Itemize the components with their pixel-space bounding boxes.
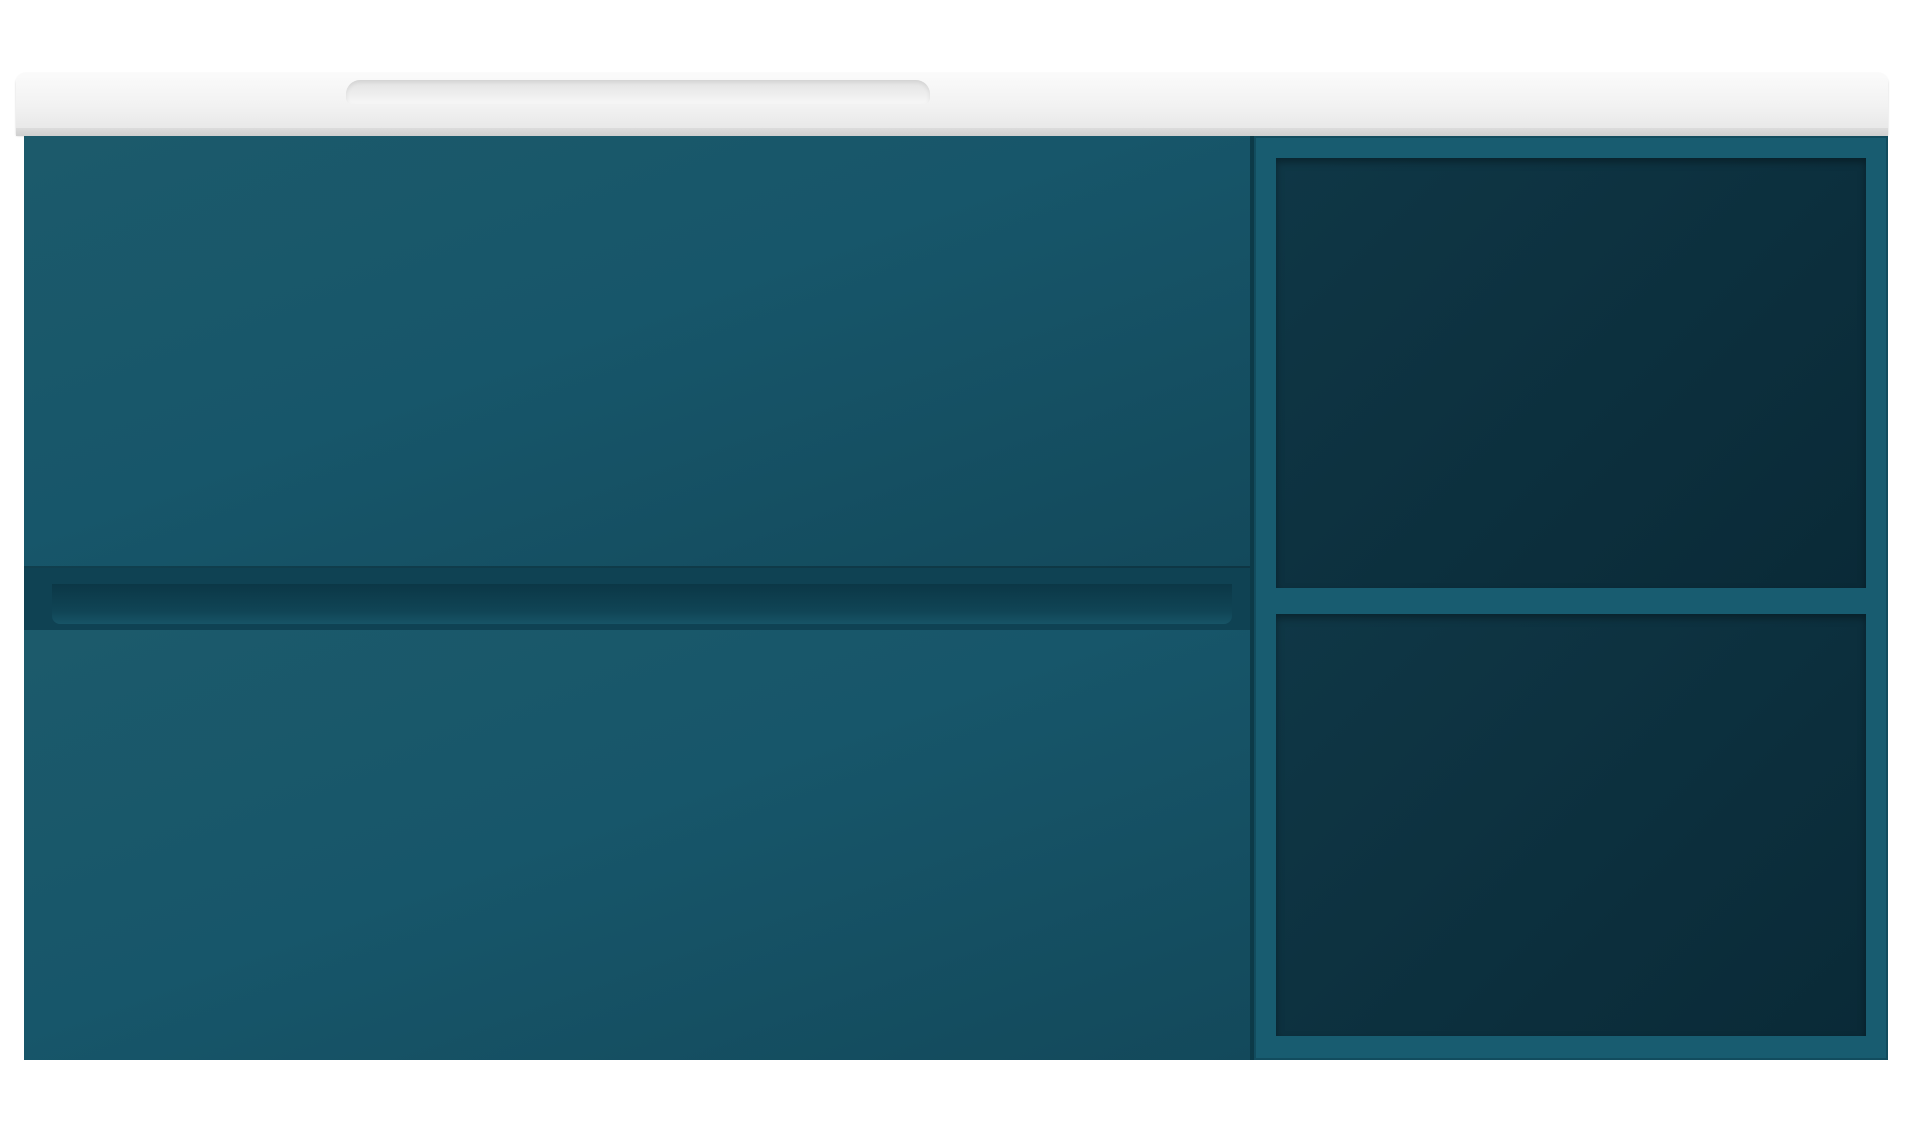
- sink-basin: [346, 80, 930, 104]
- shelf-niche-top: [1276, 158, 1866, 588]
- vanity-scene: [0, 0, 1920, 1132]
- bottom-drawer[interactable]: [24, 630, 1250, 1060]
- vanity-cabinet: [24, 136, 1888, 1060]
- drawer-handle-recess[interactable]: [52, 584, 1232, 624]
- top-drawer[interactable]: [24, 136, 1250, 568]
- countertop: [16, 72, 1888, 134]
- open-shelf-unit: [1254, 136, 1888, 1060]
- countertop-edge: [16, 128, 1888, 136]
- shelf-niche-bottom: [1276, 614, 1866, 1036]
